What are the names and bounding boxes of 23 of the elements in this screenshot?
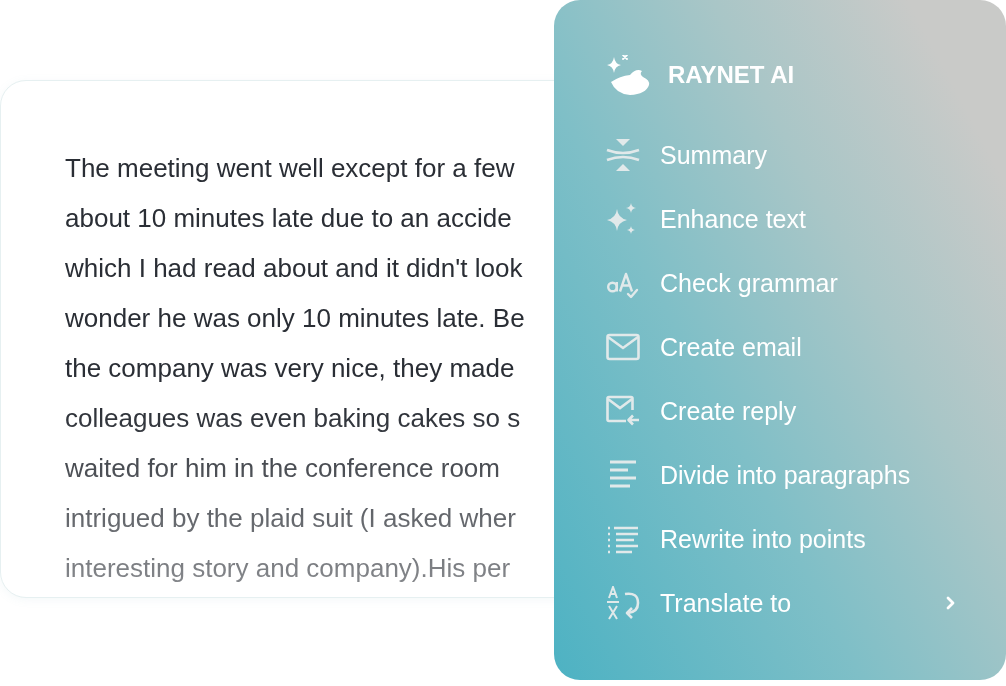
menu-item[interactable]: Create reply bbox=[606, 379, 960, 443]
menu-item[interactable]: Rewrite into points bbox=[606, 507, 960, 571]
sparkle-wave-logo-icon bbox=[606, 55, 650, 95]
menu-item[interactable]: Divide into paragraphs bbox=[606, 443, 960, 507]
compress-icon bbox=[606, 138, 640, 172]
document-text-line: about 10 minutes late due to an accide bbox=[65, 202, 512, 235]
chevron-right-icon bbox=[946, 596, 956, 610]
document-text-line: the company was very nice, they made bbox=[65, 352, 515, 385]
menu-item[interactable]: Create email bbox=[606, 315, 960, 379]
document-text-line: wonder he was only 10 minutes late. Be bbox=[65, 302, 525, 335]
menu-item[interactable]: Enhance text bbox=[606, 187, 960, 251]
document-text-line: interesting story and company).His per bbox=[65, 552, 511, 585]
translate-icon bbox=[606, 586, 640, 620]
document-text-line: intrigued by the plaid suit (I asked wher bbox=[65, 502, 516, 535]
document-text-line: The meeting went well except for a few bbox=[65, 152, 515, 185]
document-text-line: which I had read about and it didn't look bbox=[65, 252, 523, 285]
document-text-line: colleagues was even baking cakes so s bbox=[65, 402, 521, 435]
envelope-reply-icon bbox=[606, 394, 640, 428]
document-text-line: waited for him in the conference room bbox=[65, 452, 500, 485]
menu-item[interactable]: Summary bbox=[606, 123, 960, 187]
menu-item[interactable]: Translate to bbox=[606, 571, 960, 635]
menu-title: RAYNET AI bbox=[668, 61, 795, 89]
menu-item[interactable]: Check grammar bbox=[606, 251, 960, 315]
